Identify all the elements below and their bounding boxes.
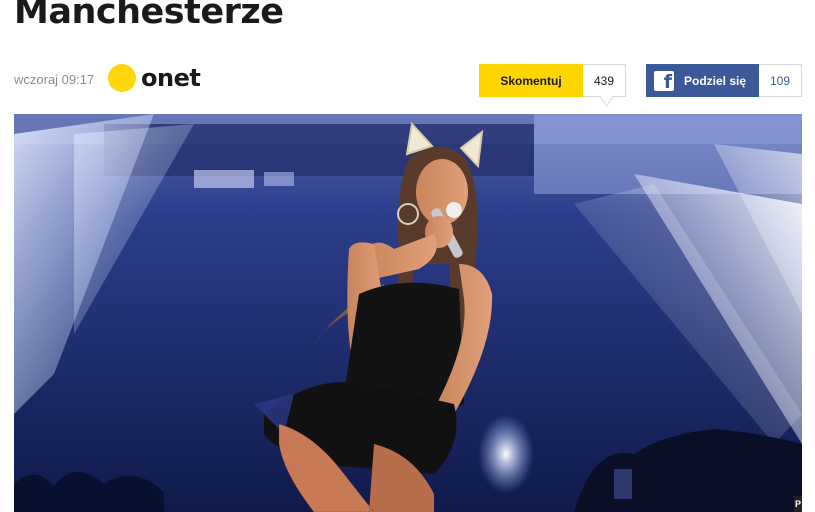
onet-logo-text: onet (141, 64, 201, 92)
onet-logo-dot-icon (108, 64, 136, 92)
photo-credit-tag: P (794, 496, 802, 512)
facebook-icon-glyph: f (663, 70, 672, 91)
article-photo[interactable]: P (14, 114, 802, 512)
comment-count-value: 439 (593, 73, 615, 88)
comment-count[interactable]: 439 (583, 64, 626, 97)
concert-photo-illustration (14, 114, 802, 512)
publish-timestamp: wczoraj 09:17 (14, 72, 95, 87)
share-count-value: 109 (769, 73, 791, 88)
share-count[interactable]: 109 (759, 64, 802, 97)
comment-button[interactable]: Skomentuj (479, 64, 583, 97)
facebook-share-button[interactable]: f Podziel się (646, 64, 759, 97)
comment-button-label: Skomentuj (500, 73, 562, 88)
facebook-icon: f (654, 70, 674, 91)
article-headline: Manchesterze (14, 0, 284, 32)
onet-logo[interactable]: onet (108, 64, 201, 92)
share-button-label: Podziel się (684, 73, 747, 88)
